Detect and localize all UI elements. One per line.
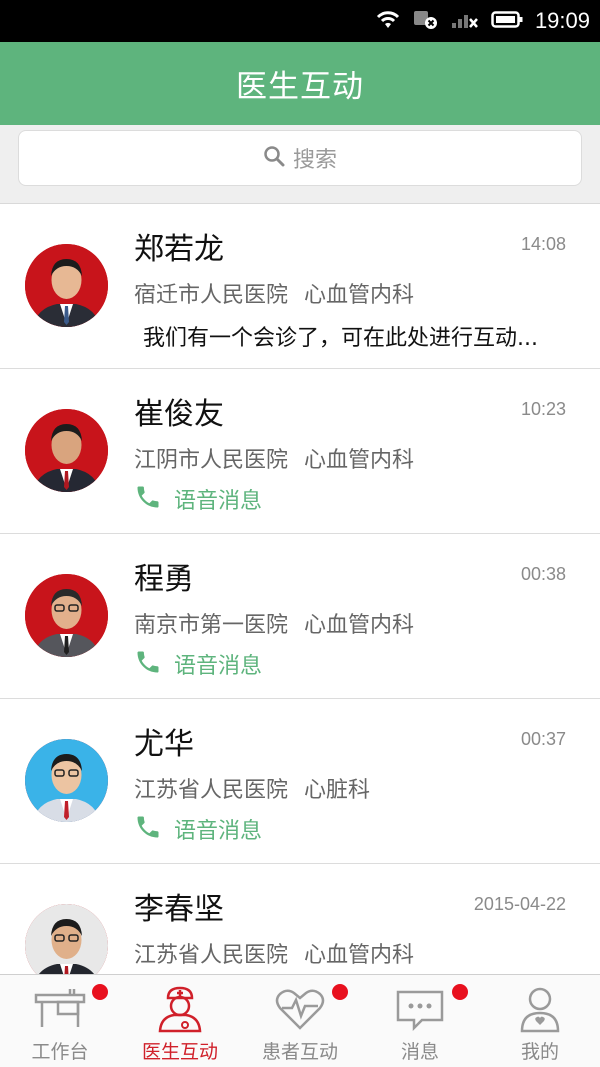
tab-workbench[interactable]: 工作台 xyxy=(0,975,120,1067)
department-name: 心血管内科 xyxy=(304,613,415,638)
tab-label: 医生互动 xyxy=(141,1041,218,1063)
phone-icon xyxy=(134,483,162,515)
avatar xyxy=(25,574,108,657)
message-time: 00:38 xyxy=(520,564,566,584)
voice-message-label: 语音消息 xyxy=(174,489,263,514)
list-item[interactable]: 尤华 00:37 江苏省人民医院 心脏科 语音消息 xyxy=(0,699,600,864)
department-name: 心血管内科 xyxy=(304,943,415,968)
tab-profile[interactable]: 我的 xyxy=(480,975,600,1067)
workbench-icon xyxy=(32,985,88,1033)
hospital-name: 宿迁市人民医院 xyxy=(134,283,289,308)
notification-badge xyxy=(92,984,108,1000)
list-item[interactable]: 程勇 00:38 南京市第一医院 心血管内科 语音消息 xyxy=(0,534,600,699)
voice-message: 语音消息 xyxy=(134,483,262,515)
doctor-name: 尤华 xyxy=(134,727,194,762)
avatar xyxy=(25,739,108,822)
doctor-name: 李春坚 xyxy=(134,892,224,927)
wifi-icon xyxy=(375,8,401,34)
message-time: 00:37 xyxy=(520,729,566,749)
department-name: 心脏科 xyxy=(304,778,371,803)
tab-label: 患者互动 xyxy=(261,1041,338,1063)
hospital-name: 江苏省人民医院 xyxy=(134,943,289,968)
notification-badge xyxy=(452,984,468,1000)
doctor-icon xyxy=(152,985,208,1033)
voice-message: 语音消息 xyxy=(134,648,262,680)
doctor-affiliation: 宿迁市人民医院 心血管内科 xyxy=(134,277,414,309)
tab-doctor-interaction[interactable]: 医生互动 xyxy=(120,975,240,1067)
doctor-name: 郑若龙 xyxy=(134,232,224,267)
search-input[interactable]: 搜索 xyxy=(18,130,582,186)
tab-patient-interaction[interactable]: 患者互动 xyxy=(240,975,360,1067)
hospital-name: 江苏省人民医院 xyxy=(134,778,289,803)
tab-label: 消息 xyxy=(400,1041,439,1063)
heartbeat-icon xyxy=(272,985,328,1033)
signal-icon xyxy=(451,8,479,34)
list-item[interactable]: 崔俊友 10:23 江阴市人民医院 心血管内科 语音消息 xyxy=(0,369,600,534)
avatar xyxy=(25,244,108,327)
profile-icon xyxy=(512,985,568,1033)
message-time: 14:08 xyxy=(520,234,566,254)
hospital-name: 南京市第一医院 xyxy=(134,613,289,638)
voice-message-label: 语音消息 xyxy=(174,819,263,844)
page-title: 医生互动 xyxy=(236,69,364,105)
search-placeholder: 搜索 xyxy=(292,148,337,173)
department-name: 心血管内科 xyxy=(304,283,415,308)
hospital-name: 江阴市人民医院 xyxy=(134,448,289,473)
phone-icon xyxy=(134,813,162,845)
list-item[interactable]: 李春坚 2015-04-22 江苏省人民医院 心血管内科 xyxy=(0,864,600,974)
avatar xyxy=(25,904,108,974)
search-area: 搜索 xyxy=(0,125,600,204)
message-icon xyxy=(392,985,448,1033)
doctor-affiliation: 江苏省人民医院 心脏科 xyxy=(134,772,370,804)
notification-badge xyxy=(332,984,348,1000)
message-time: 2015-04-22 xyxy=(473,894,566,914)
status-bar: 19:09 xyxy=(0,0,600,42)
app-header: 医生互动 xyxy=(0,42,600,125)
conversation-list: 郑若龙 14:08 宿迁市人民医院 心血管内科 我们有一个会诊了，可在此处进行互动… xyxy=(0,204,600,974)
battery-icon xyxy=(491,8,523,34)
department-name: 心血管内科 xyxy=(304,448,415,473)
message-preview: 我们有一个会诊了，可在此处进行互动... xyxy=(143,326,538,351)
phone-icon xyxy=(134,648,162,680)
tab-label: 我的 xyxy=(520,1041,559,1063)
search-icon xyxy=(263,145,285,171)
doctor-affiliation: 江苏省人民医院 心血管内科 xyxy=(134,937,414,969)
notification-mute-icon xyxy=(413,8,439,34)
tab-messages[interactable]: 消息 xyxy=(360,975,480,1067)
message-time: 10:23 xyxy=(520,399,566,419)
doctor-affiliation: 江阴市人民医院 心血管内科 xyxy=(134,442,414,474)
doctor-name: 崔俊友 xyxy=(134,397,224,432)
avatar xyxy=(25,409,108,492)
doctor-name: 程勇 xyxy=(134,562,194,597)
bottom-tab-bar: 工作台 医生互动 患者互动 消息 我的 xyxy=(0,974,600,1067)
tab-label: 工作台 xyxy=(31,1041,89,1063)
status-time: 19:09 xyxy=(534,8,590,33)
voice-message-label: 语音消息 xyxy=(174,654,263,679)
doctor-affiliation: 南京市第一医院 心血管内科 xyxy=(134,607,414,639)
list-item[interactable]: 郑若龙 14:08 宿迁市人民医院 心血管内科 我们有一个会诊了，可在此处进行互动… xyxy=(0,204,600,369)
voice-message: 语音消息 xyxy=(134,813,262,845)
